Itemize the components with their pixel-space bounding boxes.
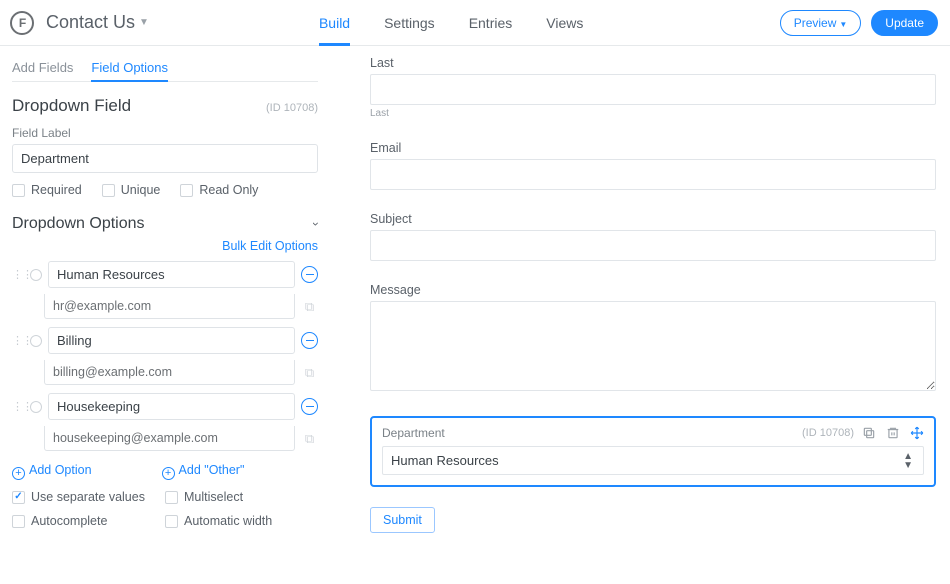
checkbox-icon (180, 184, 193, 197)
chevron-down-icon[interactable]: ▼ (139, 17, 149, 28)
drag-handle-icon[interactable]: ⋮⋮ (12, 400, 24, 413)
option-value-input[interactable] (44, 426, 295, 451)
checkbox-unique[interactable]: Unique (102, 183, 161, 197)
tab-views[interactable]: Views (546, 0, 583, 45)
selected-field-id: (ID 10708) (802, 427, 854, 439)
option-row: ⋮⋮ (12, 261, 318, 288)
checkbox-icon (165, 515, 178, 528)
checkbox-read-only[interactable]: Read Only (180, 183, 258, 197)
checkbox-icon (12, 515, 25, 528)
preview-field-last[interactable]: Last Last (370, 56, 936, 119)
message-textarea[interactable] (370, 301, 936, 391)
option-value-input[interactable] (44, 360, 295, 385)
option-row: ⋮⋮ (12, 393, 318, 420)
last-name-input[interactable] (370, 74, 936, 105)
plus-icon: + (162, 467, 175, 480)
field-label-caption: Field Label (12, 126, 318, 140)
preview-field-subject[interactable]: Subject (370, 212, 936, 261)
remove-option-button[interactable] (301, 332, 318, 349)
subtab-add-fields[interactable]: Add Fields (12, 54, 73, 81)
checkbox-icon (165, 491, 178, 504)
default-radio[interactable] (30, 401, 42, 413)
duplicate-icon[interactable] (862, 426, 876, 440)
checkbox-use-separate-values[interactable]: Use separate values (12, 490, 165, 504)
tab-settings[interactable]: Settings (384, 0, 435, 45)
option-label-input[interactable] (48, 261, 295, 288)
app-logo: F (10, 11, 34, 35)
field-id-badge: (ID 10708) (266, 102, 318, 114)
option-value-input[interactable] (44, 294, 295, 319)
selected-field-department[interactable]: Department (ID 10708) Human Resources (370, 416, 936, 487)
tab-build[interactable]: Build (319, 0, 350, 45)
checkbox-icon (12, 184, 25, 197)
delete-icon[interactable] (886, 426, 900, 440)
field-label-input[interactable] (12, 144, 318, 173)
chevron-down-icon: › (309, 222, 323, 226)
default-radio[interactable] (30, 269, 42, 281)
email-input[interactable] (370, 159, 936, 190)
drag-handle-icon[interactable]: ⋮⋮ (12, 334, 24, 347)
default-radio[interactable] (30, 335, 42, 347)
remove-option-button[interactable] (301, 398, 318, 415)
selected-field-label: Department (382, 426, 445, 440)
subject-input[interactable] (370, 230, 936, 261)
bulk-edit-link[interactable]: Bulk Edit Options (12, 239, 318, 253)
remove-option-button[interactable] (301, 266, 318, 283)
preview-button[interactable]: Preview▼ (780, 10, 862, 36)
option-label-input[interactable] (48, 393, 295, 420)
checkbox-icon (102, 184, 115, 197)
tab-entries[interactable]: Entries (469, 0, 513, 45)
option-label-input[interactable] (48, 327, 295, 354)
subtab-field-options[interactable]: Field Options (91, 54, 168, 81)
checkbox-auto-width[interactable]: Automatic width (165, 514, 318, 528)
field-type-heading: Dropdown Field (12, 96, 131, 116)
checkbox-icon (12, 491, 25, 504)
preview-field-message[interactable]: Message (370, 283, 936, 394)
add-option-link[interactable]: +Add Option (12, 463, 92, 478)
checkbox-autocomplete[interactable]: Autocomplete (12, 514, 165, 528)
copy-icon[interactable]: ⧉ (301, 431, 318, 447)
plus-icon: + (12, 467, 25, 480)
preview-field-email[interactable]: Email (370, 141, 936, 190)
checkbox-multiselect[interactable]: Multiselect (165, 490, 318, 504)
department-select[interactable]: Human Resources ▲▼ (382, 446, 924, 475)
copy-icon[interactable]: ⧉ (301, 299, 318, 315)
sort-icon: ▲▼ (903, 452, 913, 470)
form-title[interactable]: Contact Us (46, 12, 135, 33)
checkbox-required[interactable]: Required (12, 183, 82, 197)
add-other-link[interactable]: +Add "Other" (162, 463, 245, 478)
submit-button[interactable]: Submit (370, 507, 435, 533)
copy-icon[interactable]: ⧉ (301, 365, 318, 381)
move-icon[interactable] (910, 426, 924, 440)
caret-down-icon: ▼ (839, 20, 847, 29)
update-button[interactable]: Update (871, 10, 938, 36)
dropdown-options-toggle[interactable]: Dropdown Options › (12, 215, 318, 233)
option-row: ⋮⋮ (12, 327, 318, 354)
drag-handle-icon[interactable]: ⋮⋮ (12, 268, 24, 281)
